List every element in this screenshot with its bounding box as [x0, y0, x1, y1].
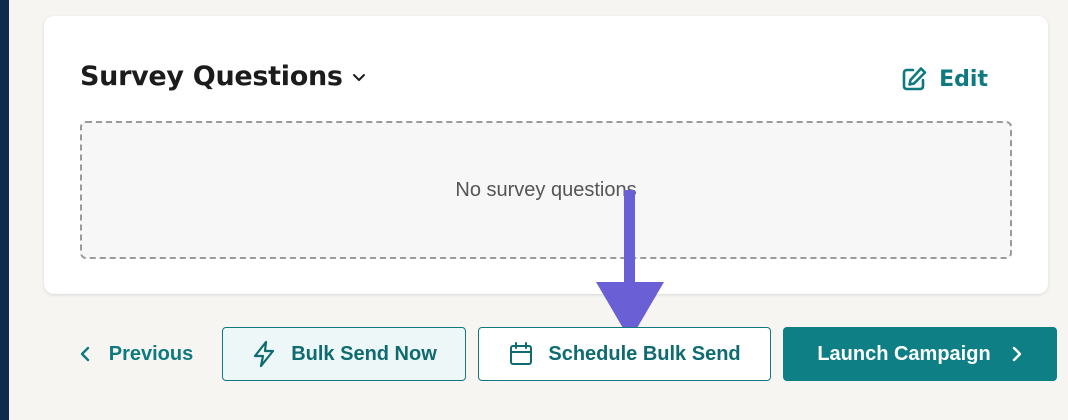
launch-campaign-button[interactable]: Launch Campaign [783, 327, 1057, 381]
previous-label: Previous [108, 342, 194, 365]
survey-questions-card: Survey Questions Edit No survey question… [44, 16, 1048, 294]
bulk-send-now-label: Bulk Send Now [291, 342, 437, 365]
empty-state: No survey questions [80, 121, 1012, 259]
previous-button[interactable]: Previous [66, 327, 206, 381]
edit-icon [901, 66, 927, 92]
calendar-icon [508, 341, 534, 367]
launch-campaign-label: Launch Campaign [817, 342, 991, 365]
chevron-left-icon [79, 346, 91, 362]
chevron-right-icon [1011, 346, 1023, 362]
edit-button[interactable]: Edit [901, 66, 988, 92]
sidebar-edge [0, 0, 9, 420]
chevron-down-icon[interactable] [351, 69, 367, 85]
section-title: Survey Questions [80, 61, 343, 92]
edit-label: Edit [939, 66, 988, 92]
lightning-icon [251, 340, 277, 368]
annotation-arrow [596, 190, 664, 340]
schedule-bulk-send-label: Schedule Bulk Send [548, 342, 741, 365]
section-header[interactable]: Survey Questions [80, 61, 367, 92]
bulk-send-now-button[interactable]: Bulk Send Now [222, 327, 466, 381]
schedule-bulk-send-button[interactable]: Schedule Bulk Send [478, 327, 771, 381]
